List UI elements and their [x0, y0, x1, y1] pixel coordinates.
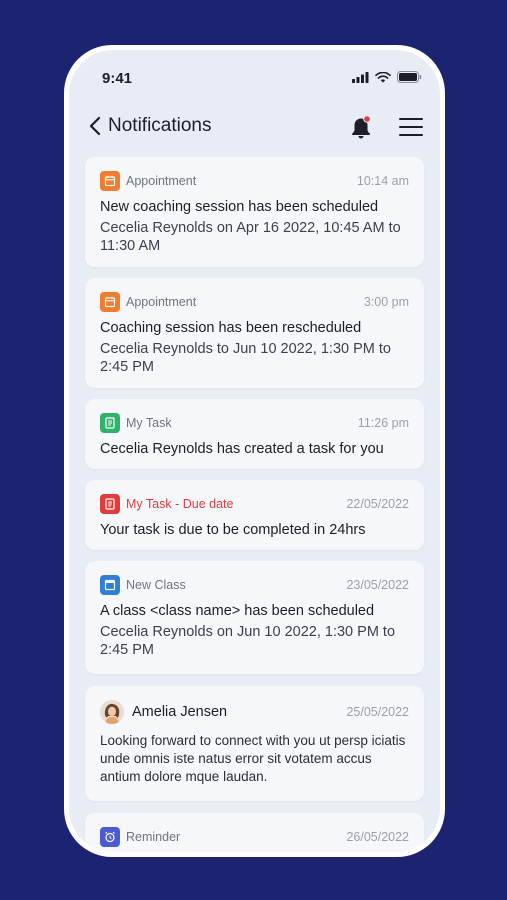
notification-card[interactable]: Appointment 3:00 pm Coaching session has… [85, 278, 424, 388]
chevron-left-icon [89, 116, 101, 136]
menu-button[interactable] [398, 116, 424, 138]
bell-icon [352, 115, 371, 139]
hamburger-menu-icon [399, 118, 423, 136]
notification-body: Cecelia Reynolds to Jun 10 2022, 1:30 PM… [100, 341, 391, 375]
cellular-signal-icon [352, 71, 369, 83]
notification-body: Cecelia Reynolds on Jun 10 2022, 1:30 PM… [100, 624, 396, 658]
notification-time: 10:14 am [356, 174, 409, 188]
notification-header: Reminder 26/05/2022 [100, 827, 409, 847]
notification-category: My Task [126, 416, 172, 430]
notification-header: My Task 11:26 pm [100, 413, 409, 433]
notification-header: Appointment 3:00 pm [100, 292, 409, 312]
notification-card[interactable]: My Task 11:26 pm Cecelia Reynolds has cr… [85, 399, 424, 469]
wifi-icon [375, 71, 391, 83]
notification-title: Your task is due to be completed in 24hr… [100, 522, 366, 538]
notification-category: My Task - Due date [126, 497, 234, 511]
task-icon [100, 413, 120, 433]
notification-header: Appointment 10:14 am [100, 171, 409, 191]
notification-category: Appointment [126, 174, 197, 188]
class-icon [100, 575, 120, 595]
notification-category: Reminder [126, 830, 181, 844]
screen: 9:41 Notifications Appointment 10:14 am … [69, 50, 440, 852]
calendar-icon [100, 292, 120, 312]
calendar-icon [100, 171, 120, 191]
notification-time: 11:26 pm [357, 416, 409, 430]
notification-card[interactable]: Appointment 10:14 am New coaching sessio… [85, 157, 424, 267]
notification-time: 23/05/2022 [346, 578, 409, 592]
notification-time: 25/05/2022 [346, 705, 409, 719]
notification-time: 26/05/2022 [346, 830, 409, 844]
task-icon [100, 494, 120, 514]
notification-category: Appointment [126, 295, 197, 309]
status-bar: 9:41 [69, 50, 440, 100]
notifications-bell-button[interactable] [349, 114, 373, 140]
notification-time: 22/05/2022 [346, 497, 409, 511]
notification-card[interactable]: Reminder 26/05/2022 [85, 813, 424, 852]
header: Notifications [69, 108, 440, 148]
message-card[interactable]: Amelia Jensen 25/05/2022 Looking forward… [85, 686, 424, 801]
back-button[interactable] [84, 113, 106, 139]
notification-body: Cecelia Reynolds on Apr 16 2022, 10:45 A… [100, 220, 401, 254]
notification-title: New coaching session has been scheduled [100, 199, 379, 215]
status-time: 9:41 [102, 70, 133, 87]
phone-frame: 9:41 Notifications Appointment 10:14 am … [64, 45, 445, 857]
message-body: Looking forward to connect with you ut p… [100, 733, 406, 784]
notification-title: Cecelia Reynolds has created a task for … [100, 441, 384, 457]
page-title: Notifications [108, 115, 212, 136]
status-icons [352, 71, 422, 83]
notification-title: A class <class name> has been scheduled [100, 603, 375, 619]
notification-title: Coaching session has been rescheduled [100, 320, 362, 336]
alarm-clock-icon [100, 827, 120, 847]
notification-category: New Class [126, 578, 186, 592]
avatar [100, 700, 124, 724]
notification-header: New Class 23/05/2022 [100, 575, 409, 595]
sender-name: Amelia Jensen [132, 704, 228, 720]
notification-time: 3:00 pm [363, 295, 409, 309]
message-header: Amelia Jensen 25/05/2022 [100, 700, 409, 724]
notification-card[interactable]: My Task - Due date 22/05/2022 Your task … [85, 480, 424, 550]
notification-header: My Task - Due date 22/05/2022 [100, 494, 409, 514]
notification-card[interactable]: New Class 23/05/2022 A class <class name… [85, 561, 424, 674]
battery-icon [397, 71, 422, 83]
